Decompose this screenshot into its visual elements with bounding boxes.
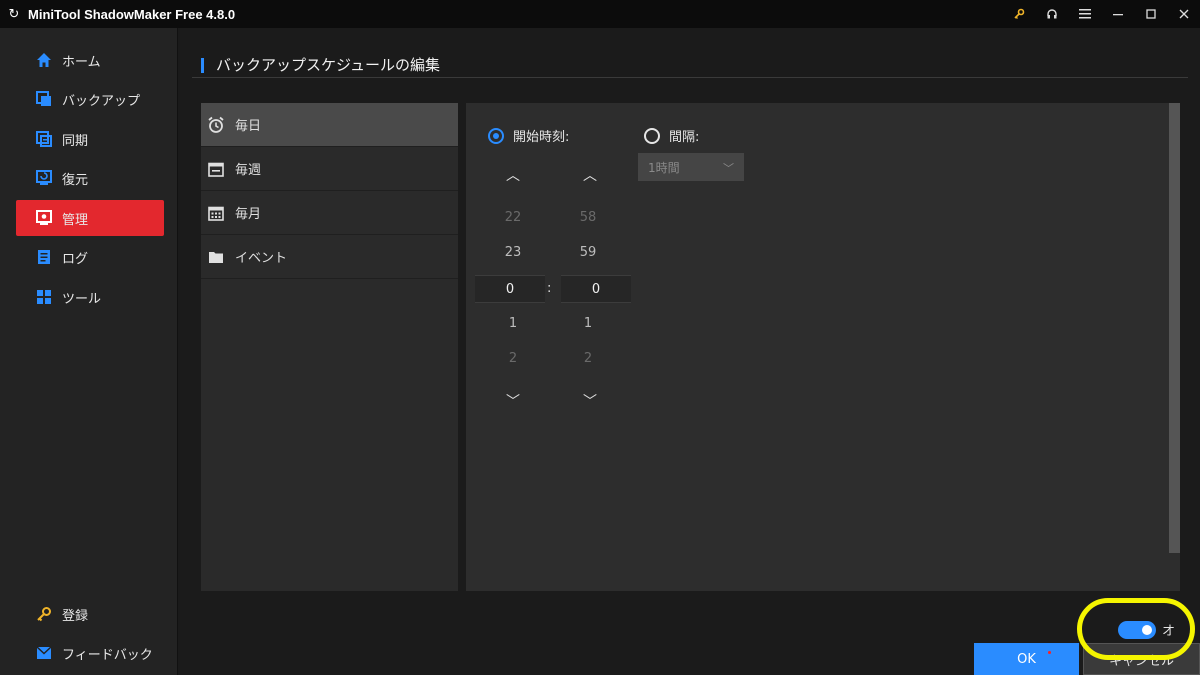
title-bar: ↻ MiniTool ShadowMaker Free 4.8.0 bbox=[0, 0, 1200, 28]
key-icon bbox=[36, 606, 52, 622]
sidebar: ホーム バックアップ 同期 復元 管理 ログ ツール 登録 フィードバック bbox=[0, 28, 178, 675]
sidebar-item-label: 管理 bbox=[62, 212, 89, 228]
minute-next1[interactable]: 1 bbox=[553, 316, 623, 331]
key-icon[interactable] bbox=[1002, 0, 1035, 28]
cursor-dot bbox=[1048, 651, 1051, 654]
sidebar-item-restore[interactable]: 復元 bbox=[16, 160, 164, 196]
minute-prev1[interactable]: 59 bbox=[553, 245, 623, 260]
frequency-daily[interactable]: 毎日 bbox=[201, 103, 458, 147]
hour-up-button[interactable]: ︿ bbox=[478, 165, 548, 185]
hour-prev1[interactable]: 23 bbox=[478, 245, 548, 260]
schedule-toggle[interactable]: オ bbox=[1118, 620, 1175, 639]
sidebar-item-home[interactable]: ホーム bbox=[16, 42, 164, 78]
calendar-month-icon bbox=[207, 204, 225, 222]
headset-icon[interactable] bbox=[1035, 0, 1068, 28]
frequency-event[interactable]: イベント bbox=[201, 235, 458, 279]
minute-prev2[interactable]: 58 bbox=[553, 210, 623, 225]
sidebar-item-label: ホーム bbox=[62, 54, 101, 70]
sidebar-item-tools[interactable]: ツール bbox=[16, 279, 164, 315]
restore-icon bbox=[36, 170, 52, 186]
divider bbox=[192, 77, 1188, 78]
frequency-label: 毎月 bbox=[235, 207, 262, 222]
interval-select[interactable]: 1時間 ﹀ bbox=[638, 153, 744, 181]
sidebar-item-label: ログ bbox=[62, 251, 89, 267]
radio-selected-icon bbox=[488, 127, 504, 144]
hour-next1[interactable]: 1 bbox=[478, 316, 548, 331]
app-logo-icon: ↻ bbox=[8, 6, 20, 22]
sidebar-item-feedback[interactable]: フィードバック bbox=[16, 635, 164, 671]
sidebar-item-register[interactable]: 登録 bbox=[16, 596, 164, 632]
alarm-clock-icon bbox=[207, 116, 225, 134]
time-separator: : bbox=[547, 281, 552, 296]
sidebar-item-label: バックアップ bbox=[62, 93, 141, 109]
sidebar-item-log[interactable]: ログ bbox=[16, 239, 164, 275]
tools-icon bbox=[36, 289, 52, 305]
sidebar-item-backup[interactable]: バックアップ bbox=[16, 81, 164, 117]
hour-down-button[interactable]: ﹀ bbox=[478, 391, 548, 411]
sidebar-item-manage[interactable]: 管理 bbox=[16, 200, 164, 236]
backup-icon bbox=[36, 91, 52, 107]
log-icon bbox=[36, 249, 52, 265]
minute-down-button[interactable]: ﹀ bbox=[555, 391, 625, 411]
frequency-label: イベント bbox=[235, 251, 288, 266]
folder-icon bbox=[207, 248, 225, 266]
sidebar-item-sync[interactable]: 同期 bbox=[16, 121, 164, 157]
toggle-switch[interactable] bbox=[1118, 620, 1156, 639]
frequency-list: 毎日 毎週 毎月 イベント bbox=[201, 103, 458, 591]
interval-value: 1時間 bbox=[648, 160, 680, 175]
minute-up-button[interactable]: ︿ bbox=[555, 165, 625, 185]
scrollbar[interactable] bbox=[1169, 103, 1180, 553]
toggle-label: オ bbox=[1162, 624, 1176, 639]
maximize-icon[interactable] bbox=[1134, 0, 1167, 28]
start-time-label: 開始時刻: bbox=[513, 130, 570, 145]
sidebar-item-label: 復元 bbox=[62, 172, 89, 188]
hour-current[interactable]: 0 bbox=[475, 275, 545, 303]
window-controls bbox=[1002, 0, 1200, 28]
frequency-monthly[interactable]: 毎月 bbox=[201, 191, 458, 235]
hour-prev2[interactable]: 22 bbox=[478, 210, 548, 225]
home-icon bbox=[36, 52, 52, 68]
schedule-panel: 開始時刻: 間隔: 1時間 ﹀ ︿ 22 23 0 1 2 ﹀ : ︿ 58 5… bbox=[466, 103, 1180, 591]
calendar-week-icon bbox=[207, 160, 225, 178]
mail-icon bbox=[36, 645, 52, 661]
interval-radio[interactable]: 間隔: bbox=[644, 126, 699, 145]
interval-label: 間隔: bbox=[669, 130, 700, 145]
sidebar-item-label: フィードバック bbox=[62, 647, 153, 663]
app-title: MiniTool ShadowMaker Free 4.8.0 bbox=[28, 6, 236, 22]
menu-icon[interactable] bbox=[1068, 0, 1101, 28]
sync-icon bbox=[36, 131, 52, 147]
start-time-radio[interactable]: 開始時刻: bbox=[488, 126, 569, 145]
sidebar-item-label: ツール bbox=[62, 291, 102, 307]
ok-label: OK bbox=[1017, 651, 1036, 667]
cancel-button[interactable]: キャンセル bbox=[1083, 643, 1200, 675]
sidebar-item-label: 登録 bbox=[62, 608, 89, 624]
page-title: バックアップスケジュールの編集 bbox=[201, 58, 440, 73]
sidebar-item-label: 同期 bbox=[62, 133, 89, 149]
frequency-label: 毎日 bbox=[235, 119, 262, 134]
manage-icon bbox=[36, 210, 52, 226]
close-icon[interactable] bbox=[1167, 0, 1200, 28]
frequency-label: 毎週 bbox=[235, 163, 262, 178]
ok-button[interactable]: OK bbox=[974, 643, 1079, 675]
main-content: バックアップスケジュールの編集 毎日 毎週 毎月 イベント 開始時刻: 間隔: … bbox=[180, 28, 1200, 675]
radio-unselected-icon bbox=[644, 127, 660, 144]
hour-next2[interactable]: 2 bbox=[478, 351, 548, 366]
frequency-weekly[interactable]: 毎週 bbox=[201, 147, 458, 191]
cancel-label: キャンセル bbox=[1108, 653, 1174, 669]
chevron-down-icon: ﹀ bbox=[723, 162, 734, 175]
minute-current[interactable]: 0 bbox=[561, 275, 631, 303]
minute-next2[interactable]: 2 bbox=[553, 351, 623, 366]
minimize-icon[interactable] bbox=[1101, 0, 1134, 28]
